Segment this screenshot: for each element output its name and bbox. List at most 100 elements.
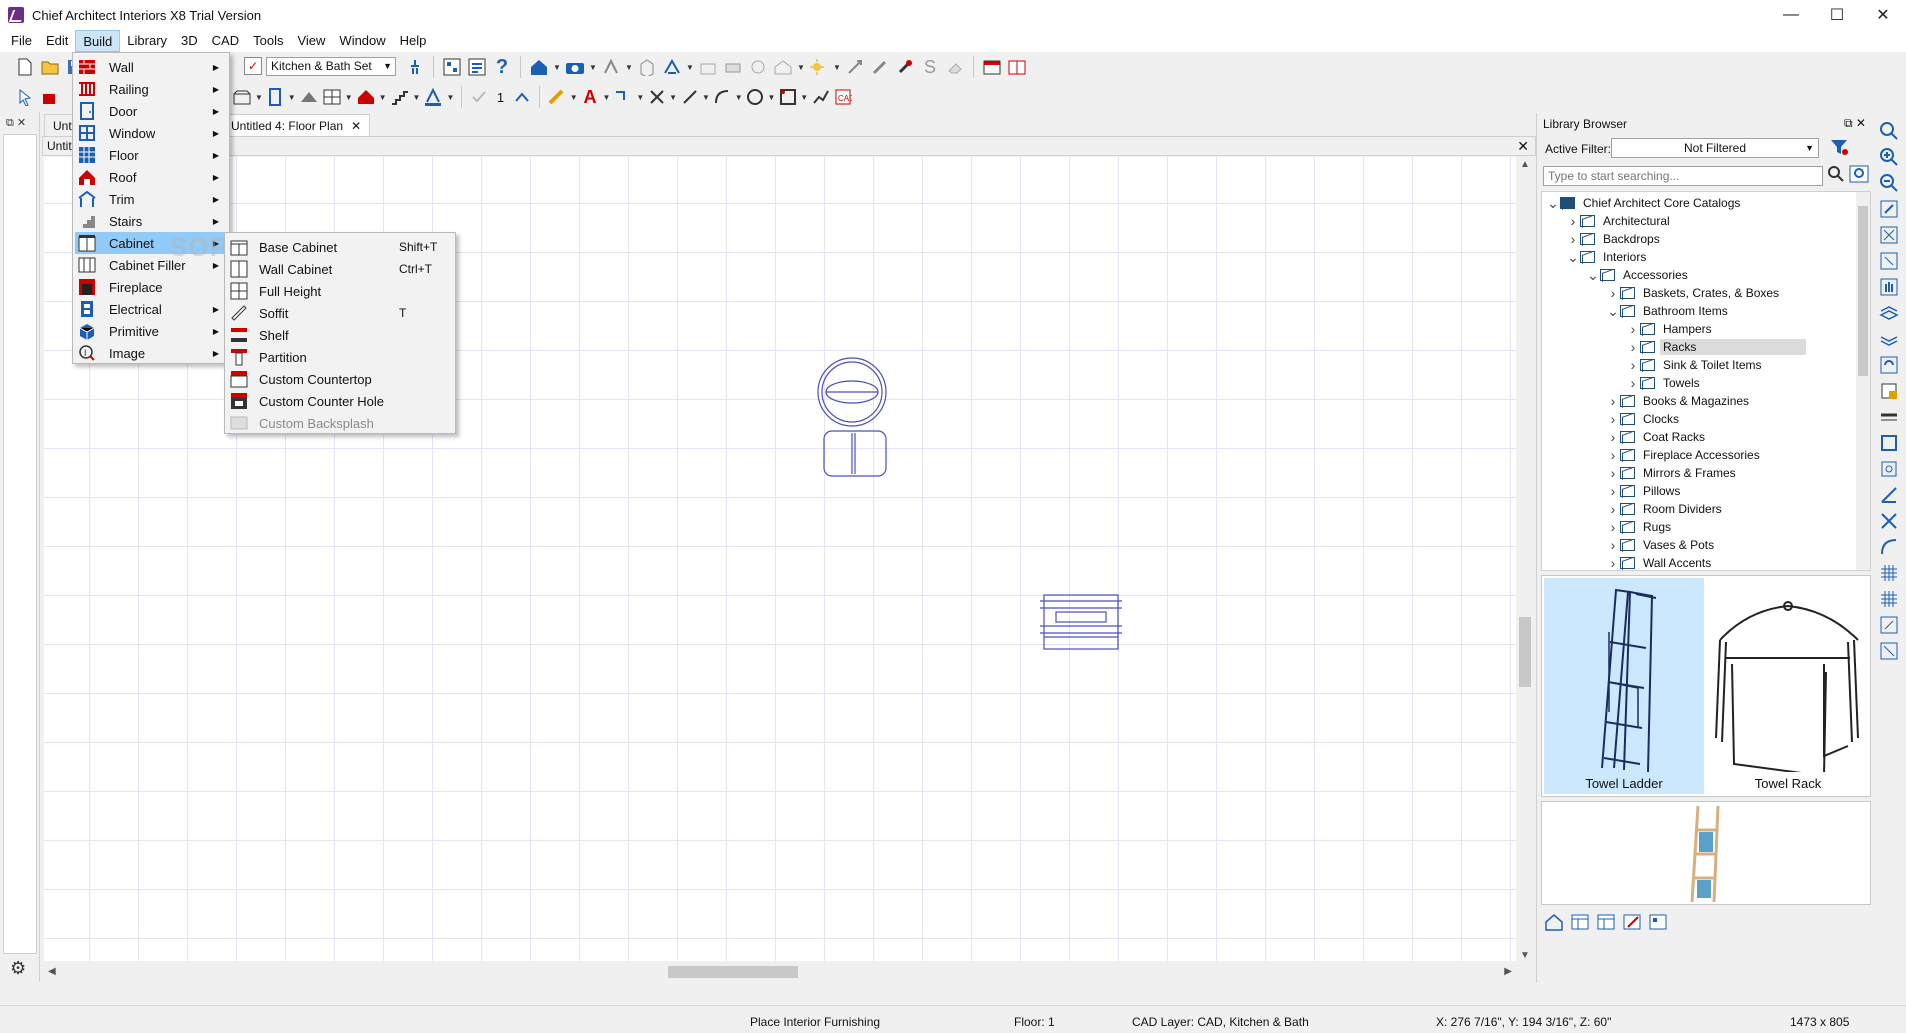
eraser-icon[interactable]: [944, 56, 966, 78]
check-mark-icon[interactable]: [469, 86, 488, 108]
zoom-in-icon[interactable]: [1878, 146, 1900, 168]
tree-item[interactable]: › Sink & Toilet Items: [1626, 356, 1764, 374]
build-menu-item-door[interactable]: Door ▶: [75, 100, 227, 122]
tree-item[interactable]: › Rugs: [1606, 518, 1674, 536]
chevron-down-icon[interactable]: ▼: [288, 93, 296, 102]
box-tool-icon[interactable]: [778, 86, 797, 108]
tree-item[interactable]: › Baskets, Crates, & Boxes: [1606, 284, 1782, 302]
plan-view-icon[interactable]: [441, 56, 463, 78]
chevron-right-icon[interactable]: ›: [1606, 501, 1620, 517]
chevron-down-icon[interactable]: ▼: [589, 63, 597, 72]
help-icon[interactable]: ?: [491, 56, 513, 78]
library-search-input[interactable]: [1543, 166, 1823, 186]
cabinet-schedule-icon[interactable]: [981, 56, 1003, 78]
line-tool-icon[interactable]: [680, 86, 699, 108]
scroll-up-icon[interactable]: ▲: [1520, 159, 1530, 170]
active-filter-select[interactable]: Not Filtered ▼: [1611, 138, 1819, 158]
tree-item[interactable]: › Hampers: [1626, 320, 1715, 338]
cabinet-menu-item-shelf[interactable]: Shelf: [227, 324, 453, 346]
chevron-down-icon[interactable]: ▼: [553, 63, 561, 72]
snap-arc-icon[interactable]: [1878, 536, 1900, 558]
chevron-down-icon[interactable]: ▼: [570, 93, 578, 102]
up-chevron-icon[interactable]: [513, 86, 532, 108]
minimize-button[interactable]: —: [1768, 0, 1814, 30]
layer-line-icon[interactable]: [1878, 406, 1900, 428]
new-file-icon[interactable]: [14, 56, 36, 78]
zoom-out-icon[interactable]: [1878, 172, 1900, 194]
cad-block-icon[interactable]: CAD: [833, 86, 852, 108]
build-menu-item-roof[interactable]: Roof ▶: [75, 166, 227, 188]
tree-item[interactable]: › Room Dividers: [1606, 500, 1725, 518]
tape-measure-icon[interactable]: [404, 56, 426, 78]
chevron-down-icon[interactable]: ▼: [345, 93, 353, 102]
tree-item[interactable]: › Clocks: [1606, 410, 1682, 428]
menu-file[interactable]: File: [4, 30, 39, 52]
chevron-down-icon[interactable]: ▼: [255, 93, 263, 102]
library-view-icon[interactable]: [1569, 911, 1591, 933]
chevron-right-icon[interactable]: ›: [1606, 465, 1620, 481]
view-3d-icon[interactable]: [636, 56, 658, 78]
chevron-right-icon[interactable]: ›: [1606, 447, 1620, 463]
spline-icon[interactable]: S: [919, 56, 941, 78]
vertical-scrollbar[interactable]: ▲ ▼: [1516, 157, 1534, 963]
chevron-down-icon[interactable]: ▼: [636, 93, 644, 102]
tree-item[interactable]: › Mirrors & Frames: [1606, 464, 1739, 482]
snap-angle-icon[interactable]: [1878, 484, 1900, 506]
undo-zoom-icon[interactable]: [1878, 198, 1900, 220]
library-pin-close-icon[interactable]: ⧉ ✕: [1844, 116, 1866, 131]
scroll-right-icon[interactable]: ▶: [1504, 966, 1512, 977]
tree-item[interactable]: › Architectural: [1566, 212, 1673, 230]
build-menu-item-railing[interactable]: Railing ▶: [75, 78, 227, 100]
window-tool-icon[interactable]: [299, 86, 319, 108]
tab-2[interactable]: Untitled 4: Floor Plan ✕: [222, 114, 371, 136]
callout-icon[interactable]: [613, 86, 633, 108]
chevron-down-icon[interactable]: ▼: [686, 63, 694, 72]
rectangle-select-icon[interactable]: [1878, 432, 1900, 454]
floor-tool-icon[interactable]: [322, 86, 342, 108]
build-menu-item-electrical[interactable]: Electrical ▶: [75, 298, 227, 320]
grid-display-icon[interactable]: [1878, 588, 1900, 610]
chevron-right-icon[interactable]: ›: [1606, 285, 1620, 301]
dollhouse-icon[interactable]: [661, 56, 683, 78]
move-icon[interactable]: [844, 56, 866, 78]
tab-close-icon[interactable]: ✕: [351, 119, 361, 133]
export-icon[interactable]: [747, 56, 769, 78]
tree-item[interactable]: › Racks: [1626, 338, 1807, 356]
edit-pencil-icon[interactable]: [869, 56, 891, 78]
chevron-down-icon[interactable]: ⌄: [1546, 195, 1560, 212]
chevron-down-icon[interactable]: ▼: [768, 93, 776, 102]
chevron-right-icon[interactable]: ›: [1566, 213, 1580, 229]
advanced-search-icon[interactable]: [1849, 165, 1869, 188]
chevron-down-icon[interactable]: ▼: [735, 93, 743, 102]
render-icon[interactable]: [600, 56, 622, 78]
text-color-icon[interactable]: [423, 86, 443, 108]
roof-tool-icon[interactable]: [356, 86, 376, 108]
polyline-icon[interactable]: [811, 86, 830, 108]
tree-item[interactable]: › Backdrops: [1566, 230, 1663, 248]
camera-icon[interactable]: [564, 56, 586, 78]
layer-display-icon[interactable]: [466, 56, 488, 78]
cabinet-menu-item-custom-countertop[interactable]: Custom Countertop: [227, 368, 453, 390]
build-menu-item-floor[interactable]: Floor ▶: [75, 144, 227, 166]
chevron-right-icon[interactable]: ›: [1606, 555, 1620, 570]
build-menu-item-trim[interactable]: Trim ▶: [75, 188, 227, 210]
build-menu-item-stairs[interactable]: Stairs ▶: [75, 210, 227, 232]
chevron-right-icon[interactable]: ›: [1626, 375, 1640, 391]
house-view-icon[interactable]: [772, 56, 794, 78]
chevron-right-icon[interactable]: ›: [1606, 429, 1620, 445]
chevron-down-icon[interactable]: ▼: [379, 93, 387, 102]
chevron-right-icon[interactable]: ›: [1606, 483, 1620, 499]
cabinet-menu-item-custom-counter-hole[interactable]: Custom Counter Hole: [227, 390, 453, 412]
cabinet-menu-item-full-height[interactable]: Full Height: [227, 280, 453, 302]
chevron-right-icon[interactable]: ›: [1566, 231, 1580, 247]
menu-window[interactable]: Window: [332, 30, 392, 52]
chevron-down-icon[interactable]: ⌄: [1606, 303, 1620, 320]
cabinet-menu-item-soffit[interactable]: Soffit T: [227, 302, 453, 324]
chevron-down-icon[interactable]: ▼: [413, 93, 421, 102]
build-menu-item-wall[interactable]: Wall ▶: [75, 56, 227, 78]
panel-pin-icon[interactable]: ⧉ ✕: [6, 116, 26, 130]
tree-item[interactable]: › Vases & Pots: [1606, 536, 1717, 554]
build-menu-item-primitive[interactable]: Primitive ▶: [75, 320, 227, 342]
library-home-icon[interactable]: [1543, 911, 1565, 933]
open-folder-icon[interactable]: [39, 56, 61, 78]
